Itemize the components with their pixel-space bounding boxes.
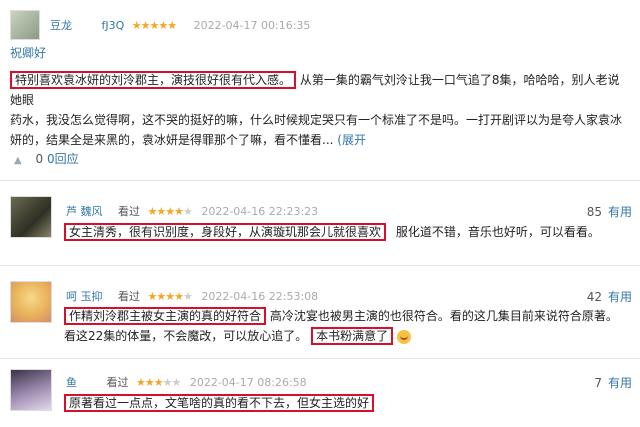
drama-title-link[interactable]: 祝卿好 [10,44,46,61]
review-2: 芦 魏风 看过 ★★★★★ 2022-04-16 22:23:23 85 有用 女… [0,190,640,260]
review-actions: ▲ 0 0回应 [14,150,79,167]
review-text: 作精刘泠郡主被女主演的真的好符合 高冷沈宴也被男主演的也很符合。看的这几集目前来… [64,306,630,346]
review-text-line2: 看这22集的体量，不会魔改，可以放心追了。 [64,329,308,343]
useful-button[interactable]: 有用 [608,205,632,219]
useful-counter: 42 有用 [587,288,632,305]
review-meta: 芦 魏风 看过 ★★★★★ 2022-04-16 22:23:23 [66,203,318,219]
rating-stars: ★★★★★ [147,205,193,218]
divider [0,358,640,359]
watched-label: 看过 [118,205,140,218]
useful-button[interactable]: 有用 [608,376,632,390]
useful-count: 85 [586,205,602,219]
divider [0,265,640,266]
rating-stars: ★★★★★ [147,290,193,303]
useful-count: 7 [594,376,602,390]
timestamp: 2022-04-16 22:23:23 [201,205,319,218]
timestamp: 2022-04-17 08:26:58 [189,376,307,389]
useful-count: 42 [586,290,602,304]
review-text: 原著看过一点点，文笔啥的真的看不下去，但女主选的好 [64,393,630,413]
highlight-box: 作精刘泠郡主被女主演的真的好符合 [64,307,267,325]
grin-emoji-icon [396,329,411,344]
review-text: 特别喜欢袁冰妍的刘泠郡主，演技很好很有代入感。 从第一集的霸气刘泠让我一口气追了… [10,70,630,150]
highlight-box: 原著看过一点点，文笔啥的真的看不下去，但女主选的好 [64,394,375,412]
username[interactable]: 豆龙 [50,19,72,32]
highlight-box: 特别喜欢袁冰妍的刘泠郡主，演技很好很有代入感。 [10,71,297,89]
like-count: 0 [35,152,44,166]
review-meta: 鱼 看过 ★★★★★ 2022-04-17 08:26:58 [66,374,307,390]
username[interactable]: 呵 玉抑 [66,290,103,303]
review-text-line3: 妍的，结果全是来黑的，袁冰妍是得罪那个了嘛，看不懂看... [10,133,334,147]
review-1: 豆龙 fJ3Q ★★★★★ 2022-04-17 00:16:35 祝卿好 特别… [0,0,640,180]
avatar[interactable] [10,196,52,238]
username-2[interactable]: fJ3Q [102,19,125,32]
reply-link[interactable]: 0回应 [47,152,79,166]
review-text-rest: 高冷沈宴也被男主演的也很符合。看的这几集目前来说符合原著。 [269,309,618,323]
username[interactable]: 芦 魏风 [66,205,103,218]
rating-stars: ★★★★★ [131,19,177,32]
avatar[interactable] [10,281,52,323]
useful-button[interactable]: 有用 [608,290,632,304]
review-text-line2: 药水，我没怎么觉得啊，这不哭的挺好的嘛，什么时候规定哭只有一个标准了不是吗。一打… [10,113,623,127]
review-meta: 豆龙 fJ3Q ★★★★★ 2022-04-17 00:16:35 [50,17,310,33]
rating-stars: ★★★★★ [136,376,181,389]
highlight-box-2: 本书粉满意了 [311,327,394,345]
useful-counter: 85 有用 [587,203,632,220]
review-meta: 呵 玉抑 看过 ★★★★★ 2022-04-16 22:53:08 [66,288,318,304]
like-icon[interactable]: ▲ [14,155,22,166]
timestamp: 2022-04-16 22:53:08 [201,290,319,303]
watched-label: 看过 [106,376,129,389]
expand-link[interactable]: (展开 [337,133,366,147]
watched-label: 看过 [118,290,140,303]
avatar[interactable] [10,369,52,411]
username[interactable]: 鱼 [66,376,77,389]
review-text-rest: 服化道不错，音乐也好听，可以看看。 [395,225,600,239]
highlight-box: 女主清秀，很有识别度，身段好，从演璇玑那会儿就很喜欢 [64,223,387,241]
useful-counter: 7 有用 [594,374,632,391]
review-4: 鱼 看过 ★★★★★ 2022-04-17 08:26:58 7 有用 原著看过一… [0,365,640,427]
divider [0,180,640,181]
review-3: 呵 玉抑 看过 ★★★★★ 2022-04-16 22:53:08 42 有用 作… [0,275,640,355]
review-text: 女主清秀，很有识别度，身段好，从演璇玑那会儿就很喜欢 服化道不错，音乐也好听，可… [64,222,630,242]
avatar[interactable] [10,10,40,40]
timestamp: 2022-04-17 00:16:35 [193,19,311,32]
